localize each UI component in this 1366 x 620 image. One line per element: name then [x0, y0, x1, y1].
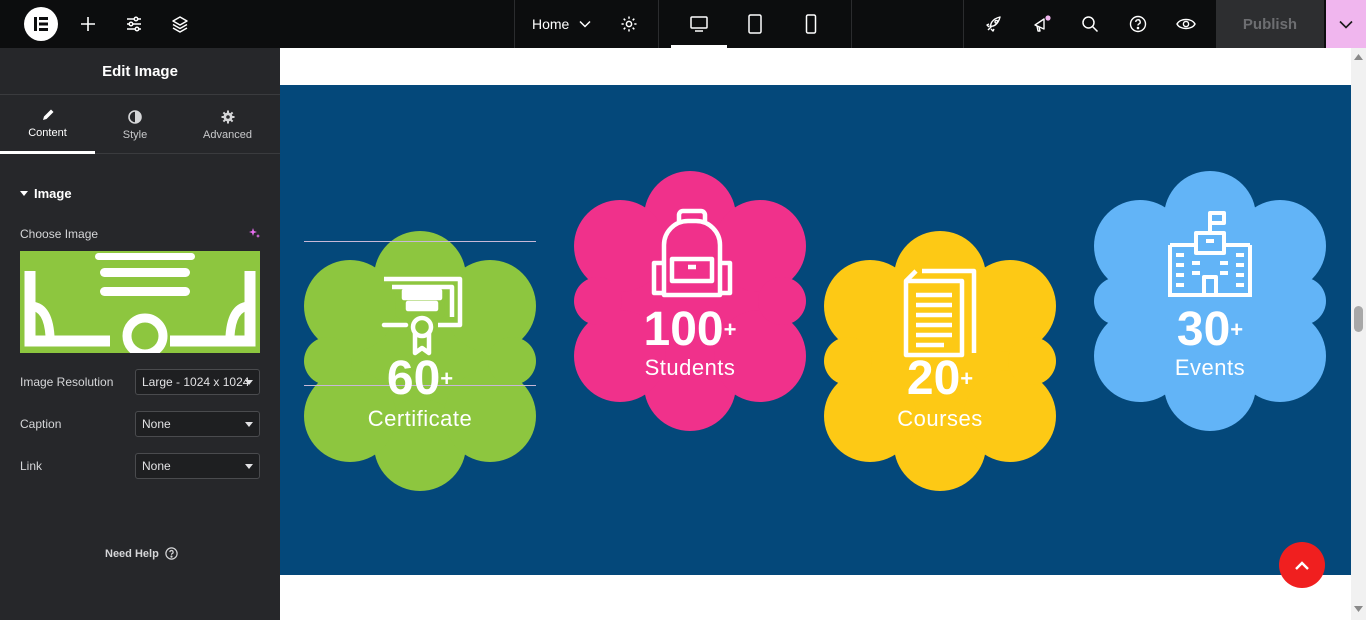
- page-selector[interactable]: Home: [532, 0, 602, 48]
- tab-label: Style: [122, 128, 148, 141]
- select-value: None: [142, 459, 171, 473]
- document-icon: [902, 267, 980, 364]
- scroll-up-arrow-icon[interactable]: [1354, 54, 1363, 60]
- eye-icon[interactable]: [1174, 0, 1198, 48]
- gear-icon[interactable]: [616, 0, 642, 48]
- edit-panel: Edit Image Content Style Advanced Image …: [0, 48, 280, 620]
- image-preview[interactable]: [20, 251, 260, 353]
- scroll-to-top-button[interactable]: [1279, 542, 1325, 588]
- help-icon[interactable]: [1126, 0, 1150, 48]
- preview-canvas: 60+ Certificate 100+ Students 20+ Course…: [280, 48, 1351, 620]
- publish-options-button[interactable]: [1326, 0, 1366, 48]
- caret-down-icon: [245, 422, 253, 427]
- section-title: Image: [34, 186, 72, 201]
- editor-topbar: Home Publish: [0, 0, 1366, 48]
- panel-title: Edit Image: [0, 48, 280, 95]
- scrollbar-thumb[interactable]: [1354, 306, 1363, 332]
- need-help-link[interactable]: Need Help: [105, 547, 178, 560]
- tab-content[interactable]: Content: [0, 96, 95, 154]
- rocket-icon[interactable]: [982, 0, 1006, 48]
- tab-style[interactable]: Style: [95, 96, 175, 154]
- caret-down-icon: [245, 464, 253, 469]
- chevron-down-icon: [579, 20, 591, 28]
- add-icon[interactable]: [76, 0, 100, 48]
- stat-label: Events: [1174, 355, 1246, 380]
- panel-tabs: Content Style Advanced: [0, 96, 280, 154]
- stat-certificate[interactable]: 60+ Certificate: [304, 231, 536, 491]
- chevron-down-icon: [1339, 20, 1353, 29]
- stat-students[interactable]: 100+ Students: [574, 171, 806, 431]
- stat-events[interactable]: 30+ Events: [1094, 171, 1326, 431]
- stat-courses[interactable]: 20+ Courses: [824, 231, 1056, 491]
- image-resolution-select[interactable]: Large - 1024 x 1024: [135, 369, 260, 395]
- stat-number: 20+: [906, 352, 974, 405]
- field-label: Link: [20, 459, 43, 473]
- publish-button[interactable]: Publish: [1216, 0, 1324, 48]
- caret-down-icon: [245, 380, 253, 385]
- stat-number: 30+: [1176, 303, 1244, 356]
- stats-section: 60+ Certificate 100+ Students 20+ Course…: [280, 85, 1351, 575]
- ai-sparkle-icon[interactable]: [248, 227, 261, 240]
- link-select[interactable]: None: [135, 453, 260, 479]
- backpack-icon: [646, 207, 738, 304]
- gear-icon: [221, 110, 235, 129]
- layers-icon[interactable]: [168, 0, 192, 48]
- tab-label: Content: [28, 127, 67, 139]
- chevron-up-icon: [1295, 560, 1309, 570]
- selection-guide: [304, 241, 536, 242]
- select-value: Large - 1024 x 1024: [142, 375, 250, 389]
- desktop-icon[interactable]: [671, 0, 727, 48]
- megaphone-icon[interactable]: [1030, 0, 1054, 48]
- tab-advanced[interactable]: Advanced: [175, 96, 280, 154]
- field-label: Caption: [20, 417, 62, 431]
- stat-number: 100+: [643, 303, 737, 356]
- certificate-icon: [380, 275, 464, 364]
- help-label: Need Help: [105, 547, 159, 560]
- caption-select[interactable]: None: [135, 411, 260, 437]
- field-label: Image Resolution: [20, 375, 114, 389]
- help-icon: [165, 547, 178, 560]
- caret-down-icon: [20, 190, 28, 197]
- tablet-icon[interactable]: [727, 0, 783, 48]
- search-icon[interactable]: [1078, 0, 1102, 48]
- scroll-down-arrow-icon[interactable]: [1354, 606, 1363, 612]
- stat-label: Courses: [897, 406, 983, 431]
- page-name: Home: [532, 16, 570, 32]
- stat-number: 60+: [386, 352, 454, 405]
- school-building-icon: [1166, 211, 1254, 302]
- stat-label: Certificate: [367, 406, 473, 431]
- elementor-logo-icon[interactable]: [24, 7, 58, 41]
- contrast-icon: [128, 109, 142, 129]
- mobile-icon[interactable]: [783, 0, 839, 48]
- stat-label: Students: [644, 355, 736, 380]
- sliders-icon[interactable]: [122, 0, 146, 48]
- tab-label: Advanced: [203, 128, 252, 141]
- choose-image-label: Choose Image: [20, 227, 99, 241]
- canvas-scrollbar[interactable]: [1351, 48, 1366, 620]
- image-section-toggle[interactable]: Image: [20, 186, 72, 201]
- select-value: None: [142, 417, 171, 431]
- pencil-icon: [41, 108, 55, 127]
